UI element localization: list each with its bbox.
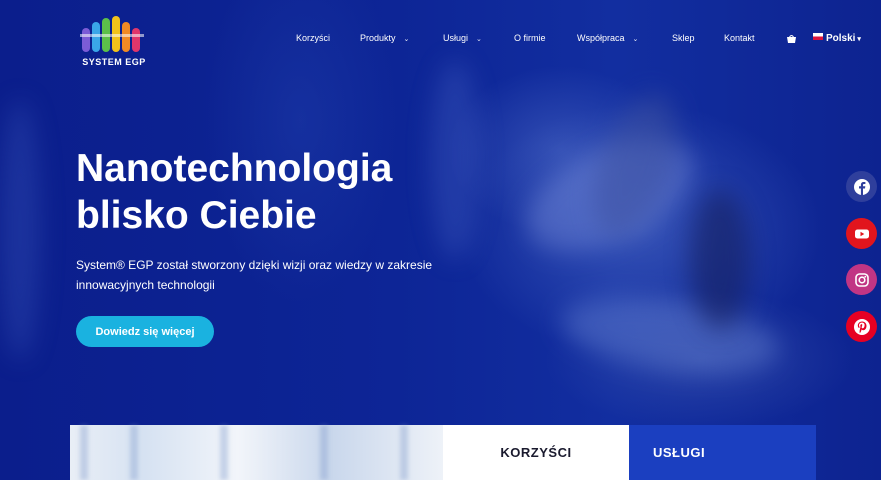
instagram-button[interactable] (846, 264, 877, 295)
tab-uslugi[interactable]: USŁUGI (629, 425, 816, 480)
nav-item-korzysci[interactable]: Korzyści (296, 33, 330, 43)
panel-image (70, 425, 443, 480)
logo-text: SYSTEM EGP (82, 57, 146, 67)
facebook-icon (853, 178, 870, 195)
lead-line-1: System® EGP został stworzony dzięki wizj… (76, 258, 433, 272)
facebook-button[interactable] (846, 171, 877, 202)
language-selector[interactable]: Polski ▾ (813, 33, 861, 44)
nav-item-sklep[interactable]: Sklep (672, 33, 695, 43)
main-nav: Korzyści Produkty ⌄ Usługi ⌄ O firmie Wspó… (0, 33, 881, 49)
chevron-down-icon: ⌄ (403, 36, 410, 43)
nav-item-kontakt[interactable]: Kontakt (724, 33, 755, 43)
youtube-button[interactable] (846, 218, 877, 249)
learn-more-button[interactable]: Dowiedz się więcej (76, 316, 214, 347)
nav-item-uslugi[interactable]: Usługi ⌄ (443, 33, 482, 43)
hero-lead: System® EGP został stworzony dzięki wizj… (76, 255, 476, 295)
cart-icon[interactable] (787, 35, 796, 43)
hero-background (0, 0, 881, 480)
nav-item-wspolpraca[interactable]: Współpraca ⌄ (577, 33, 638, 43)
poland-flag-icon (813, 33, 823, 40)
pinterest-button[interactable] (846, 311, 877, 342)
instagram-icon (854, 272, 869, 287)
pinterest-icon (853, 318, 870, 335)
headline-line-1: Nanotechnologia (76, 147, 393, 190)
nav-item-o-firmie[interactable]: O firmie (514, 33, 546, 43)
chevron-down-icon: ⌄ (476, 36, 482, 43)
youtube-icon (854, 229, 869, 238)
chevron-down-icon: ⌄ (632, 36, 639, 43)
headline-line-2: blisko Ciebie (76, 194, 317, 237)
lead-line-2: innowacyjnych technologii (76, 278, 215, 292)
nav-item-produkty[interactable]: Produkty ⌄ (360, 33, 409, 43)
tab-korzysci[interactable]: KORZYŚCI (443, 425, 629, 480)
hero-headline: Nanotechnologia blisko Ciebie (76, 145, 496, 239)
